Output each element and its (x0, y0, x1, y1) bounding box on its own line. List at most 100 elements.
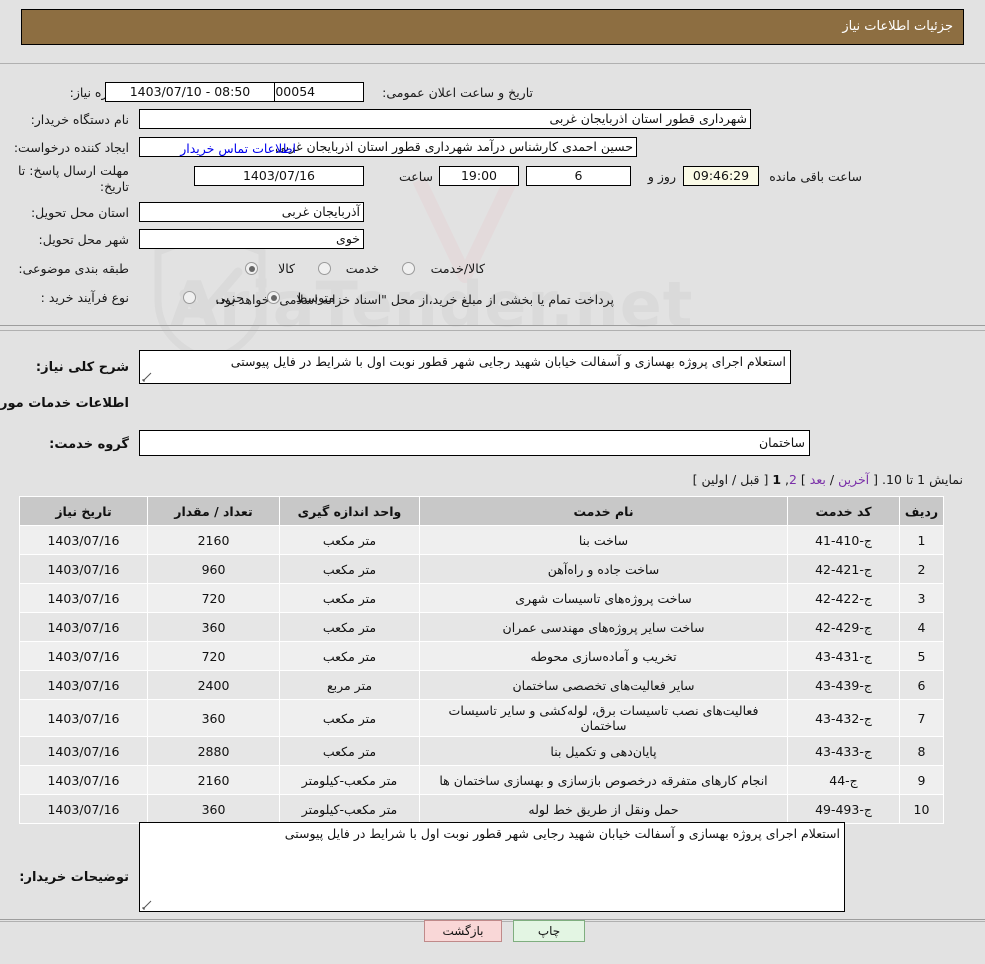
need-description-textarea[interactable]: استعلام اجرای پروژه بهسازی و آسفالت خیاب… (139, 350, 791, 384)
cell-quantity: 2160 (147, 765, 280, 795)
label-service-group: گروه خدمت: (49, 437, 129, 452)
paging-last-link[interactable]: آخرین (838, 472, 869, 487)
label-need-description: شرح کلی نیاز: (35, 360, 129, 375)
back-button[interactable]: بازگشت (424, 920, 502, 942)
table-row: 5 ج-431-43 تخریب و آماده‌سازی محوطه متر مکع… (19, 641, 944, 671)
paging-open-bracket-2: [ (763, 472, 769, 487)
cell-unit: متر مکعب (279, 641, 420, 671)
cell-code: ج-493-49 (787, 794, 900, 824)
radio-category-kala[interactable] (245, 262, 258, 275)
label-province: استان محل تحویل: (30, 205, 129, 220)
cell-date: 1403/07/16 (19, 525, 148, 555)
field-deadline-hour[interactable]: 19:00 (439, 166, 519, 186)
buyer-notes-textarea[interactable]: استعلام اجرای پروژه بهسازی و آسفالت خیاب… (139, 822, 845, 912)
label-time-remaining: ساعت باقی مانده (769, 169, 862, 184)
need-info-panel (0, 63, 985, 326)
cell-unit: متر مکعب-کیلومتر (279, 794, 420, 824)
col-quantity: تعداد / مقدار (147, 496, 280, 526)
label-creator: ایجاد کننده درخواست: (13, 140, 129, 155)
cell-unit: متر مکعب (279, 554, 420, 584)
col-radif: ردیف (899, 496, 944, 526)
radio-label-kala[interactable]: کالا (278, 261, 295, 276)
cell-code: ج-44 (787, 765, 900, 795)
cell-radif: 4 (899, 612, 944, 642)
radio-label-motevaset[interactable]: متوسط (296, 290, 335, 305)
cell-date: 1403/07/16 (19, 641, 148, 671)
cell-quantity: 720 (147, 583, 280, 613)
print-button[interactable]: چاپ (513, 920, 585, 942)
cell-unit: متر مربع (279, 670, 420, 700)
cell-quantity: 720 (147, 641, 280, 671)
services-table-wrapper: ردیف کد خدمت نام خدمت واحد اندازه گیری ت… (19, 496, 944, 824)
cell-date: 1403/07/16 (19, 670, 148, 700)
pagination: نمایش 1 تا 10. [ آخرین / بعد ] 2, 1 [ قب… (693, 472, 963, 487)
services-table: ردیف کد خدمت نام خدمت واحد اندازه گیری ت… (19, 496, 944, 824)
field-service-group[interactable]: ساختمان (139, 430, 810, 456)
cell-radif: 1 (899, 525, 944, 555)
service-group-value: ساختمان (759, 435, 805, 450)
paging-first-link[interactable]: اولین (701, 472, 728, 487)
field-buyer-org[interactable]: شهرداری قطور استان اذربایجان غربی (139, 109, 751, 129)
cell-date: 1403/07/16 (19, 794, 148, 824)
buyer-contact-link[interactable]: اطلاعات تماس خریدار (180, 141, 296, 156)
paging-page-1-current: 1 (772, 472, 782, 487)
table-row: 2 ج-421-42 ساخت جاده و راه‌آهن متر مکعب 960 1… (19, 554, 944, 584)
table-row: 3 ج-422-42 ساخت پروژه‌های تاسیسات شهری متر … (19, 583, 944, 613)
label-hour: ساعت (398, 169, 433, 184)
field-days-left[interactable]: 6 (526, 166, 631, 186)
cell-radif: 10 (899, 794, 944, 824)
cell-date: 1403/07/16 (19, 612, 148, 642)
cell-date: 1403/07/16 (19, 554, 148, 584)
field-city[interactable]: خوی (139, 229, 364, 249)
paging-close-bracket-1: ] (800, 472, 806, 487)
cell-name: فعالیت‌های نصب تاسیسات برق، لوله‌کشی و س… (419, 699, 788, 737)
cell-name: ساخت جاده و راه‌آهن (419, 554, 788, 584)
services-section-title: اطلاعات خدمات مورد نیاز (0, 396, 129, 411)
radio-label-jozei[interactable]: جزیی (215, 290, 244, 305)
field-deadline-date[interactable]: 1403/07/16 (194, 166, 364, 186)
paging-close-bracket-2: ] (692, 472, 698, 487)
col-code: کد خدمت (787, 496, 900, 526)
cell-code: ج-439-43 (787, 670, 900, 700)
field-province[interactable]: آذربایجان غربی (139, 202, 364, 222)
radio-process-jozei[interactable] (183, 291, 196, 304)
cell-code: ج-422-42 (787, 583, 900, 613)
paging-page-2[interactable]: 2 (789, 472, 797, 487)
radio-category-khedmat[interactable] (318, 262, 331, 275)
cell-radif: 9 (899, 765, 944, 795)
field-announce-datetime[interactable]: 08:50 - 1403/07/10 (105, 82, 275, 102)
cell-date: 1403/07/16 (19, 765, 148, 795)
field-time-left: 09:46:29 (683, 166, 759, 186)
cell-name: تخریب و آماده‌سازی محوطه (419, 641, 788, 671)
cell-radif: 6 (899, 670, 944, 700)
label-city: شهر محل تحویل: (38, 232, 129, 247)
cell-quantity: 360 (147, 612, 280, 642)
paging-sep-2: / (732, 472, 737, 487)
table-row: 1 ج-410-41 ساخت بنا متر مکعب 2160 1403/07/16 (19, 525, 944, 555)
cell-unit: متر مکعب (279, 525, 420, 555)
radio-label-khedmat[interactable]: خدمت (346, 261, 379, 276)
table-row: 6 ج-439-43 سایر فعالیت‌های تخصصی ساختمان مت… (19, 670, 944, 700)
cell-unit: متر مکعب (279, 612, 420, 642)
radio-category-kala-khedmat[interactable] (402, 262, 415, 275)
table-row: 10 ج-493-49 حمل ونقل از طریق خط لوله متر مک… (19, 794, 944, 824)
label-announce-datetime: تاریخ و ساعت اعلان عمومی: (382, 85, 533, 100)
label-buyer-org: نام دستگاه خریدار: (30, 112, 129, 127)
resize-grip-icon-notes[interactable] (142, 900, 152, 910)
cell-radif: 7 (899, 699, 944, 737)
radio-label-kala-khedmat[interactable]: کالا/خدمت (431, 261, 485, 276)
resize-grip-icon[interactable] (142, 372, 152, 382)
cell-date: 1403/07/16 (19, 736, 148, 766)
cell-name: انجام کارهای متفرقه درخصوص بازسازی و بهس… (419, 765, 788, 795)
label-category: طبقه بندی موضوعی: (18, 261, 129, 276)
table-header-row: ردیف کد خدمت نام خدمت واحد اندازه گیری ت… (19, 496, 944, 526)
cell-code: ج-433-43 (787, 736, 900, 766)
label-deadline: مهلت ارسال پاسخ: تا تاریخ: (18, 163, 129, 194)
paging-prev-link[interactable]: قبل (740, 472, 759, 487)
table-row: 7 ج-432-43 فعالیت‌های نصب تاسیسات برق، لول… (19, 699, 944, 737)
paging-sep-1: / (829, 472, 835, 487)
paging-prefix: نمایش 1 تا 10. (882, 472, 963, 487)
table-row: 8 ج-433-43 پایان‌دهی و تکمیل بنا متر مکعب 28… (19, 736, 944, 766)
paging-next-link[interactable]: بعد (810, 472, 826, 487)
radio-process-motevaset[interactable] (267, 291, 280, 304)
